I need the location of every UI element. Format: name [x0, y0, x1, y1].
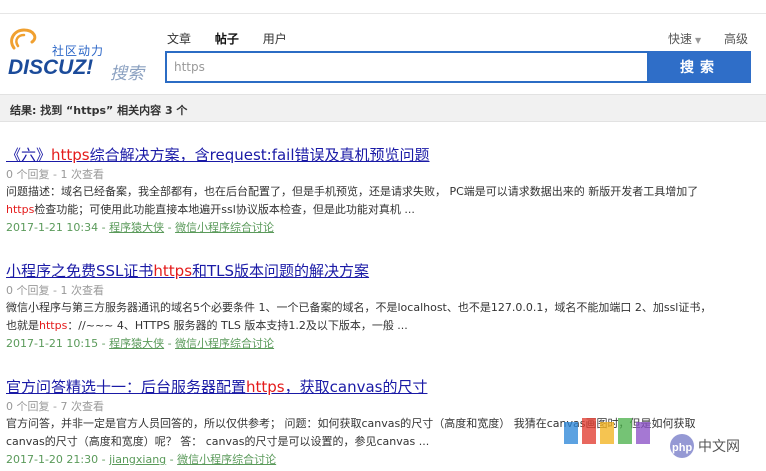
site-watermark: php 中文网 — [560, 408, 766, 471]
title-text: 和TLS版本问题的解决方案 — [192, 262, 370, 280]
result-item: 《六》https综合解决方案，含request:fail错误及真机预览问题 0 … — [6, 145, 762, 237]
result-item: 小程序之免费SSL证书https和TLS版本问题的解决方案 0 个回复 - 1 … — [6, 261, 762, 353]
result-footer: 2017-1-21 10:15 - 程序猿大侠 - 微信小程序综合讨论 — [6, 337, 275, 350]
title-text: ，获取canvas的尺寸 — [284, 378, 428, 396]
tab-posts[interactable]: 帖子 — [215, 30, 239, 47]
result-title-link[interactable]: 小程序之免费SSL证书https和TLS版本问题的解决方案 — [6, 261, 762, 281]
forum-link[interactable]: 微信小程序综合讨论 — [177, 453, 276, 466]
result-date: 2017-1-21 10:15 — [6, 337, 99, 350]
tab-articles[interactable]: 文章 — [167, 30, 191, 47]
title-highlight: https — [153, 262, 193, 280]
desc-text: ：//~~~ 4、HTTPS 服务器的 TLS 版本支持1.2及以下版本，一般 … — [67, 319, 408, 332]
desc-text: canvas的尺寸（高度和宽度）呢？ 答： canvas的尺寸是可以设置的，参见… — [6, 435, 430, 448]
author-link[interactable]: 程序猿大侠 — [109, 337, 164, 350]
svg-text:php: php — [672, 442, 692, 454]
result-desc-line: 微信小程序与第三方服务器通讯的域名5个必要条件 1、一个已备案的域名，不是loc… — [6, 299, 762, 317]
watermark-text: 中文网 — [698, 438, 740, 454]
logo-swirl-icon — [10, 28, 37, 50]
quick-search-dropdown[interactable]: 快速 ▼ — [668, 30, 701, 47]
result-title-link[interactable]: 《六》https综合解决方案，含request:fail错误及真机预览问题 — [6, 145, 762, 165]
desc-text: 微信小程序与第三方服务器通讯的域名5个必要条件 1、一个已备案的域名，不是loc… — [6, 301, 712, 314]
tab-users[interactable]: 用户 — [263, 30, 287, 47]
desc-text: 问题描述：域名已经备案，我全部都有，也在后台配置了，但是手机预览，还是请求失败，… — [6, 185, 699, 198]
result-desc-line: 也就是https：//~~~ 4、HTTPS 服务器的 TLS 版本支持1.2及… — [6, 317, 762, 335]
result-date: 2017-1-21 10:34 — [6, 221, 99, 234]
title-text: 综合解决方案，含request:fail错误及真机预览问题 — [89, 146, 430, 164]
result-summary-bar: 结果: 找到 “https” 相关内容 3 个 — [0, 94, 766, 122]
result-meta: 0 个回复 - 1 次查看 — [6, 284, 104, 297]
search-field[interactable] — [165, 51, 649, 83]
title-text: 《六》 — [6, 146, 52, 164]
forum-link[interactable]: 微信小程序综合讨论 — [175, 337, 274, 350]
logo-wordmark: DISCUZ! — [8, 56, 94, 79]
forum-link[interactable]: 微信小程序综合讨论 — [175, 221, 274, 234]
title-highlight: https — [246, 378, 285, 396]
result-date: 2017-1-20 21:30 — [6, 453, 99, 466]
desc-highlight: https — [6, 203, 35, 216]
quick-label: 快速 — [668, 32, 693, 46]
desc-text: 也就是 — [6, 319, 39, 332]
author-link[interactable]: 程序猿大侠 — [109, 221, 164, 234]
search-button[interactable]: 搜索 — [649, 51, 751, 83]
search-type-tabs: 文章 帖子 用户 — [167, 30, 307, 46]
result-desc-line: https检查功能；可使用此功能直接本地遍开ssl协议版本检查，但是此功能对真机… — [6, 201, 762, 219]
advanced-search-link[interactable]: 高级 — [724, 30, 748, 47]
top-border — [0, 0, 766, 14]
result-desc-line: 问题描述：域名已经备案，我全部都有，也在后台配置了，但是手机预览，还是请求失败，… — [6, 183, 762, 201]
title-highlight: https — [51, 146, 90, 164]
desc-highlight: https — [39, 319, 68, 332]
title-text: 小程序之免费SSL证书 — [6, 262, 154, 280]
logo-search-word: 搜索 — [110, 64, 144, 84]
result-title-link[interactable]: 官方问答精选十一：后台服务器配置https，获取canvas的尺寸 — [6, 377, 762, 397]
desc-text: 检查功能；可使用此功能直接本地遍开ssl协议版本检查，但是此功能对真机 ... — [34, 203, 415, 216]
result-meta: 0 个回复 - 1 次查看 — [6, 168, 104, 181]
title-text: 官方问答精选十一：后台服务器配置 — [6, 378, 247, 396]
search-input[interactable] — [167, 53, 647, 81]
chevron-down-icon: ▼ — [695, 36, 702, 45]
author-link[interactable]: jiangxiang — [109, 453, 166, 466]
result-summary: 结果: 找到 “https” 相关内容 3 个 — [10, 104, 188, 117]
discuz-logo[interactable]: 社区动力 DISCUZ! 搜索 — [6, 26, 146, 84]
result-footer: 2017-1-21 10:34 - 程序猿大侠 - 微信小程序综合讨论 — [6, 221, 275, 234]
